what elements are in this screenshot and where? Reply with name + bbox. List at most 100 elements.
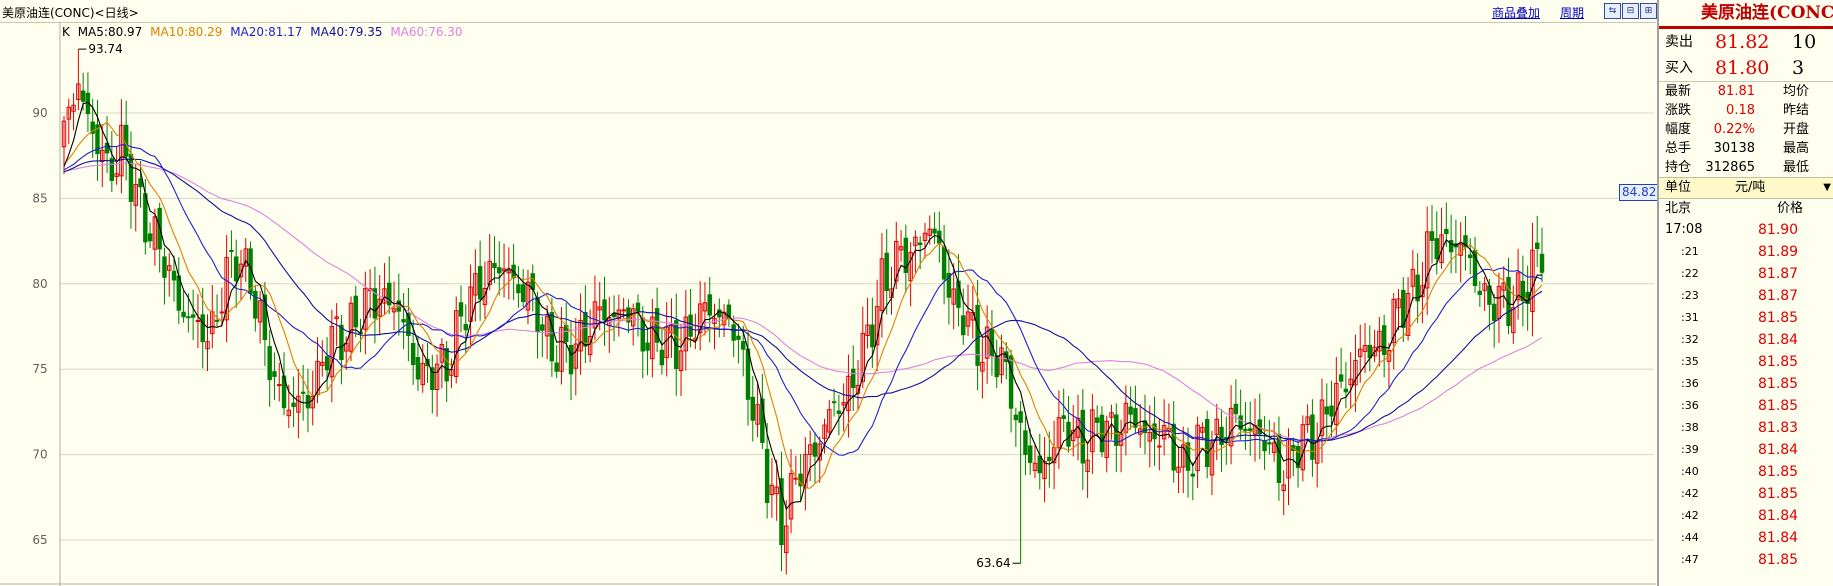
tick-price: 81.87 bbox=[1758, 288, 1799, 304]
candle-body bbox=[583, 311, 588, 347]
candle-body bbox=[162, 256, 167, 278]
candle-body bbox=[1204, 418, 1210, 468]
candle-body bbox=[1027, 445, 1033, 463]
unit-row[interactable]: 单位 元/吨 ▼ bbox=[1659, 177, 1833, 199]
tick-time: :38 bbox=[1681, 421, 1699, 434]
candle-body bbox=[492, 262, 497, 269]
tick-time: :42 bbox=[1681, 509, 1699, 522]
tick-row: :35 81.85 bbox=[1659, 351, 1833, 373]
buy-qty: 3 bbox=[1792, 57, 1805, 79]
candle-body bbox=[736, 335, 741, 340]
quote-row: 持仓 312865 最低 bbox=[1659, 158, 1833, 177]
candle-body bbox=[1338, 374, 1344, 382]
candle-body bbox=[1491, 303, 1497, 321]
sell-row[interactable]: 卖出 81.82 10 bbox=[1659, 29, 1833, 55]
tick-time: :22 bbox=[1681, 267, 1699, 280]
tick-row: :39 81.84 bbox=[1659, 439, 1833, 461]
candle-body bbox=[324, 356, 330, 371]
overlay-link[interactable]: 商品叠加 bbox=[1492, 4, 1540, 21]
candle-body bbox=[645, 342, 650, 351]
tick-row: :31 81.85 bbox=[1659, 307, 1833, 329]
quote-row-label: 涨跌 bbox=[1665, 103, 1692, 118]
candle-body bbox=[1171, 423, 1176, 471]
tick-time: :31 bbox=[1681, 311, 1699, 324]
candle-body bbox=[1248, 428, 1253, 431]
candle-body bbox=[851, 368, 856, 389]
candle-body bbox=[836, 410, 842, 414]
y-tick-label: 90 bbox=[32, 106, 47, 120]
candle-body bbox=[568, 344, 574, 375]
unit-label: 单位 bbox=[1665, 180, 1692, 195]
tick-price: 81.85 bbox=[1758, 398, 1799, 414]
candle-body bbox=[1037, 455, 1042, 474]
quote-row-value: 0.22% bbox=[1713, 122, 1755, 137]
candle-body bbox=[109, 158, 115, 181]
tick-price: 81.87 bbox=[1758, 266, 1799, 282]
tick-row: 17:08 81.90 bbox=[1659, 219, 1833, 241]
candle-body bbox=[602, 299, 607, 321]
candle-body bbox=[635, 302, 641, 312]
sell-label: 卖出 bbox=[1665, 34, 1693, 50]
candle-body bbox=[233, 256, 239, 282]
candlestick-chart[interactable]: 65 70 75 80 85 90 93.74 63.64 bbox=[0, 22, 1656, 586]
candle-body bbox=[540, 324, 545, 331]
candle-body bbox=[444, 347, 449, 382]
tick-row: :23 81.87 bbox=[1659, 285, 1833, 307]
candle-body bbox=[779, 478, 784, 546]
candle-body bbox=[171, 270, 177, 281]
chevron-down-icon[interactable]: ▼ bbox=[1823, 178, 1831, 198]
quote-row: 幅度 0.22% 开盘 bbox=[1659, 120, 1833, 139]
y-tick-label: 80 bbox=[32, 277, 47, 291]
tick-price: 81.84 bbox=[1758, 530, 1799, 546]
candle-body bbox=[1468, 254, 1473, 259]
candle-body bbox=[994, 355, 999, 378]
zoom-out-button[interactable]: ⊟ bbox=[1622, 3, 1639, 19]
candle-body bbox=[1233, 403, 1239, 415]
tick-time: :35 bbox=[1681, 355, 1699, 368]
candle-body bbox=[812, 442, 818, 457]
chart-title: 美原油连(CONC)<日线> bbox=[2, 6, 139, 20]
candle-body bbox=[1047, 456, 1052, 462]
candle-body bbox=[195, 320, 201, 323]
chart-area[interactable]: 65 70 75 80 85 90 93.74 63.64 bbox=[0, 22, 1656, 586]
y-tick-label: 65 bbox=[32, 533, 47, 547]
candle-body bbox=[884, 252, 889, 292]
price-tag: 84.82 bbox=[1619, 184, 1660, 201]
candle-body bbox=[1094, 417, 1100, 423]
quote-row-label2: 最高 bbox=[1783, 141, 1810, 156]
tick-row: :36 81.85 bbox=[1659, 395, 1833, 417]
quote-row-value: 0.18 bbox=[1726, 103, 1755, 118]
chart-header: 美原油连(CONC)<日线> 商品叠加 周期 ⇆ ⊟ ⊞ bbox=[0, 0, 1657, 23]
quote-row-label: 持仓 bbox=[1665, 160, 1692, 175]
tick-time: 17:08 bbox=[1665, 222, 1703, 237]
tick-time: :23 bbox=[1681, 289, 1699, 302]
tick-price: 81.84 bbox=[1758, 508, 1799, 524]
candle-body bbox=[961, 315, 966, 336]
zoom-in-button[interactable]: ⊞ bbox=[1640, 3, 1657, 19]
buy-row[interactable]: 买入 81.80 3 bbox=[1659, 55, 1833, 81]
tick-time: :36 bbox=[1681, 399, 1699, 412]
candle-body bbox=[1343, 388, 1349, 393]
tick-price: 81.85 bbox=[1758, 464, 1799, 480]
tick-price: 81.89 bbox=[1758, 244, 1799, 260]
candle-body bbox=[1539, 253, 1545, 273]
candle-body bbox=[339, 324, 344, 361]
tick-row: :38 81.83 bbox=[1659, 417, 1833, 439]
tick-time: :40 bbox=[1681, 465, 1699, 478]
quote-row-label: 总手 bbox=[1665, 141, 1692, 156]
period-link[interactable]: 周期 bbox=[1560, 4, 1584, 21]
ticks-header: 北京 价格 bbox=[1659, 199, 1833, 219]
tick-list: 17:08 81.90:21 81.89:22 81.87:23 81.87:31 81.… bbox=[1659, 219, 1833, 571]
tick-price: 81.84 bbox=[1758, 442, 1799, 458]
candle-body bbox=[190, 314, 196, 318]
tick-row: :42 81.84 bbox=[1659, 505, 1833, 527]
nav-back-button[interactable]: ⇆ bbox=[1604, 3, 1621, 19]
tick-time: :21 bbox=[1681, 245, 1699, 258]
tick-row: :44 81.84 bbox=[1659, 527, 1833, 549]
candle-body bbox=[621, 309, 626, 312]
sell-price: 81.82 bbox=[1715, 31, 1770, 53]
candle-body bbox=[659, 349, 665, 366]
candle-body bbox=[941, 246, 947, 280]
y-tick-label: 75 bbox=[32, 362, 47, 376]
candle-body bbox=[917, 242, 923, 246]
